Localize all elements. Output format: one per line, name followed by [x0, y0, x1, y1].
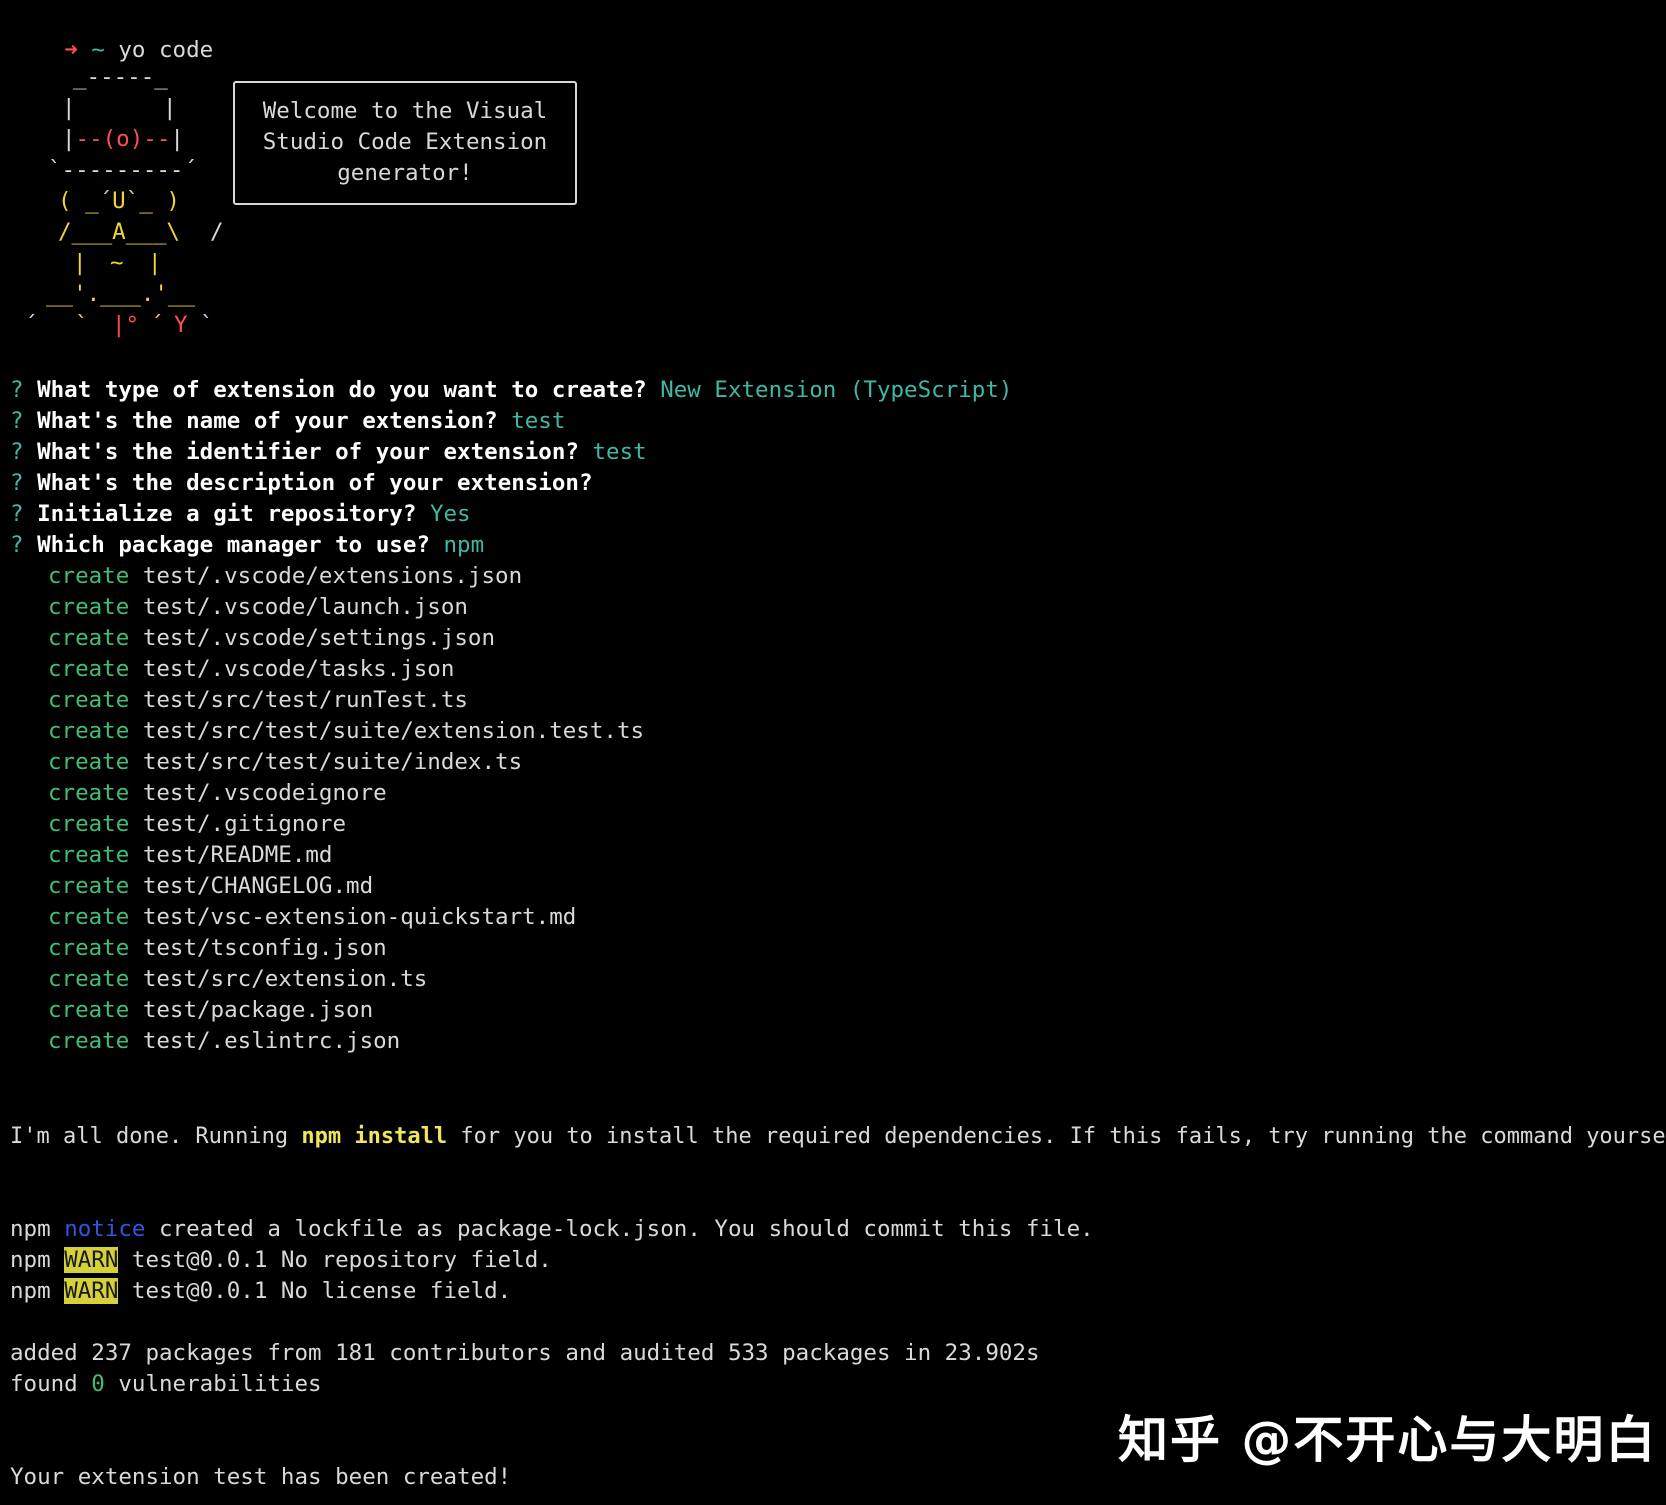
ascii-line-9c: |°: [112, 312, 140, 338]
question-line: ? Initialize a git repository? Yes: [10, 501, 471, 527]
ascii-line-2b: |: [163, 95, 177, 121]
done-message: I'm all done. Running npm install for yo…: [10, 1124, 1666, 1149]
question-line: ? What's the identifier of your extensio…: [10, 439, 647, 465]
ascii-line-1: _-----_: [73, 64, 168, 90]
ascii-line-9e: Y: [174, 312, 188, 338]
ascii-line-4: `---------´: [48, 157, 198, 183]
ascii-line-5: ( _´U`_ ): [58, 188, 180, 214]
prompt-line: ➜ ~ yo code: [10, 4, 213, 63]
warn-badge: WARN: [64, 1278, 119, 1304]
question-line: ? What's the description of your extensi…: [10, 470, 593, 496]
create-file-line: create test/.vscode/extensions.json: [48, 563, 523, 589]
ascii-line-7c: |: [148, 250, 162, 276]
ascii-line-3: |--(o)--|: [62, 126, 184, 152]
prompt-tilde: ~: [91, 37, 105, 63]
create-file-line: create test/src/extension.ts: [48, 966, 428, 992]
npm-notice-line: npm notice created a lockfile as package…: [10, 1216, 1094, 1242]
question-line: ? What's the name of your extension? tes…: [10, 408, 566, 434]
ascii-line-9d: ´: [150, 312, 164, 338]
create-file-line: create test/package.json: [48, 997, 374, 1023]
create-file-line: create test/.gitignore: [48, 811, 347, 837]
question-line: ? Which package manager to use? npm: [10, 532, 485, 558]
prompt-arrow-icon: ➜: [64, 37, 78, 63]
zhihu-watermark: 知乎 @不开心与大明白: [1118, 1411, 1658, 1469]
terminal-window[interactable]: ➜ ~ yo code _-----_ | | |--(o)--| `-----…: [0, 0, 1666, 1505]
ascii-line-6a: /___A___\: [58, 219, 180, 245]
question-line: ? What type of extension do you want to …: [10, 377, 1013, 403]
warn-badge: WARN: [64, 1247, 119, 1273]
ascii-line-7b: ~: [110, 250, 124, 276]
create-file-line: create test/src/test/runTest.ts: [48, 687, 468, 713]
create-file-line: create test/.eslintrc.json: [48, 1028, 401, 1054]
ascii-line-9a: ´: [24, 312, 38, 338]
create-file-line: create test/.vscode/tasks.json: [48, 656, 455, 682]
create-file-line: create test/src/test/suite/index.ts: [48, 749, 523, 775]
ascii-line-8: __'.___.'__: [46, 281, 196, 307]
prompt-command: yo code: [118, 37, 214, 63]
npm-warn-line: npm WARN test@0.0.1 No license field.: [10, 1278, 512, 1304]
npm-warn-line: npm WARN test@0.0.1 No repository field.: [10, 1247, 552, 1273]
create-file-line: create test/README.md: [48, 842, 333, 868]
create-file-line: create test/.vscode/settings.json: [48, 625, 496, 651]
ascii-line-9f: `: [200, 312, 214, 338]
ascii-line-9b: `: [75, 312, 89, 338]
create-file-line: create test/CHANGELOG.md: [48, 873, 374, 899]
ascii-line-2a: |: [62, 95, 76, 121]
ascii-line-7a: |: [73, 250, 87, 276]
create-file-line: create test/src/test/suite/extension.tes…: [48, 718, 645, 744]
ascii-line-6b: /: [210, 219, 224, 245]
create-file-line: create test/vsc-extension-quickstart.md: [48, 904, 577, 930]
welcome-text: Welcome to the Visual Studio Code Extens…: [262, 98, 548, 186]
added-summary: added 237 packages from 181 contributors…: [10, 1340, 1040, 1366]
create-file-line: create test/.vscodeignore: [48, 780, 387, 806]
create-file-line: create test/tsconfig.json: [48, 935, 387, 961]
final-message: Your extension test has been created!: [10, 1464, 512, 1490]
vulnerabilities-summary: found 0 vulnerabilities: [10, 1371, 322, 1397]
create-file-line: create test/.vscode/launch.json: [48, 594, 468, 620]
